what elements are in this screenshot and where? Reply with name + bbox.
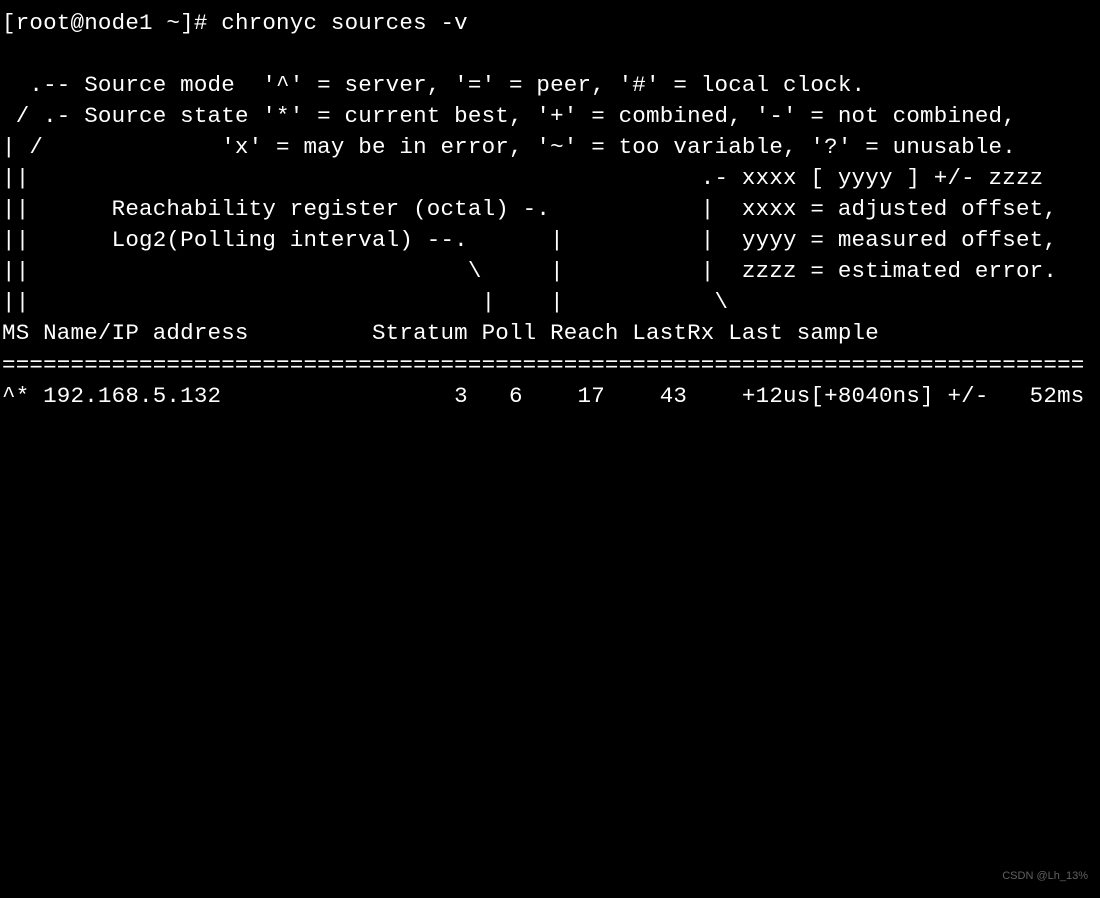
legend-error-flags: | / 'x' = may be in error, '~' = too var…: [2, 134, 1016, 160]
shell-prompt: [root@node1 ~]#: [2, 10, 221, 36]
table-row: ^* 192.168.5.132 3 6 17 43 +12us[+8040ns…: [2, 383, 1084, 409]
table-header: MS Name/IP address Stratum Poll Reach La…: [2, 320, 879, 346]
legend-connector: || | | \: [2, 289, 728, 315]
legend-source-state: / .- Source state '*' = current best, '+…: [2, 103, 1016, 129]
watermark-text: CSDN @Lh_13%: [1002, 869, 1088, 884]
table-separator: ========================================…: [2, 352, 1084, 378]
command-text: chronyc sources -v: [221, 10, 468, 36]
legend-sample-format: || .- xxxx [ yyyy ] +/- zzzz: [2, 165, 1043, 191]
legend-error-est: || \ | | zzzz = estimated error.: [2, 258, 1057, 284]
legend-reachability: || Reachability register (octal) -. | xx…: [2, 196, 1057, 222]
terminal-output[interactable]: [root@node1 ~]# chronyc sources -v .-- S…: [2, 8, 1092, 412]
legend-polling: || Log2(Polling interval) --. | | yyyy =…: [2, 227, 1057, 253]
legend-source-mode: .-- Source mode '^' = server, '=' = peer…: [2, 72, 865, 98]
